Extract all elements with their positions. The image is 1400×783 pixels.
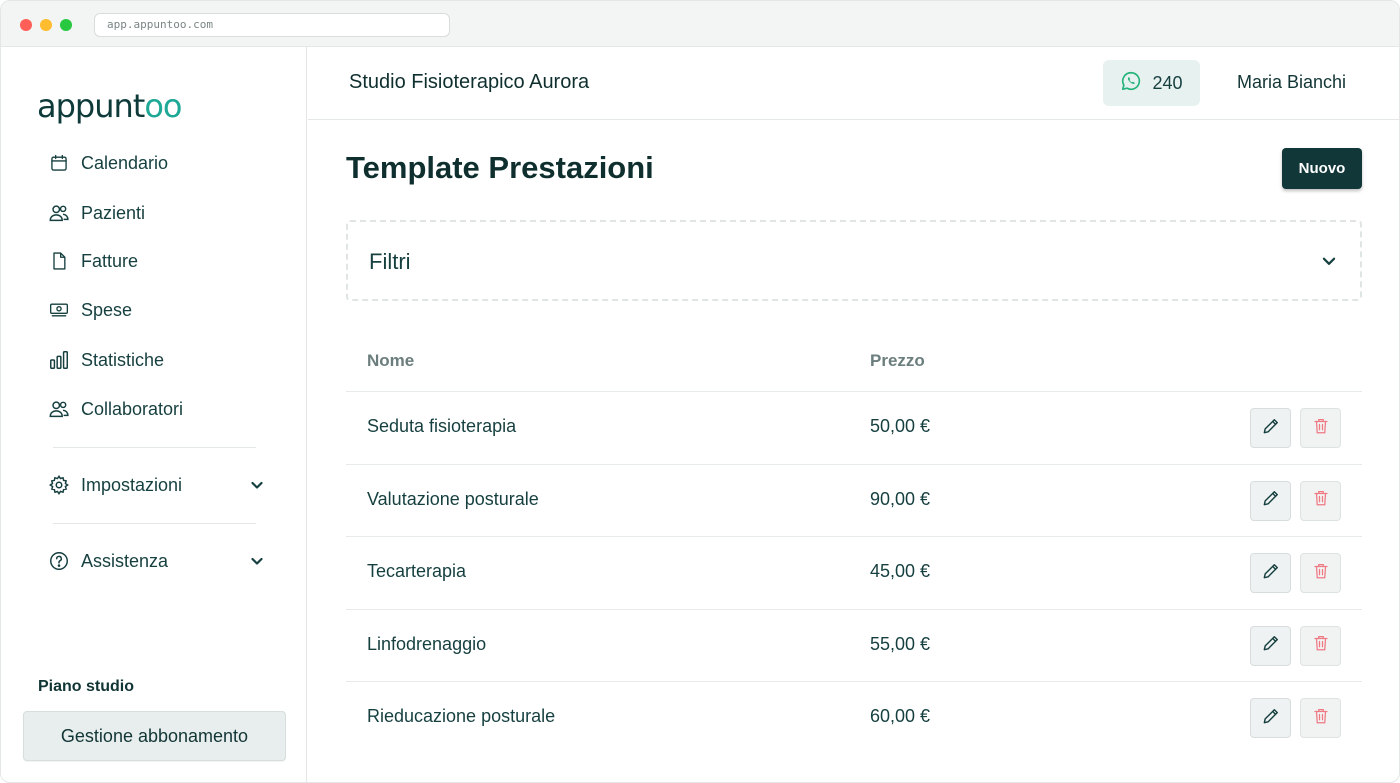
edit-button[interactable] bbox=[1250, 480, 1291, 521]
pencil-icon bbox=[1261, 561, 1281, 586]
whatsapp-icon bbox=[1120, 70, 1142, 97]
trash-icon bbox=[1312, 706, 1330, 731]
edit-button[interactable] bbox=[1250, 553, 1291, 593]
sidebar-item-statistiche[interactable]: Statistiche bbox=[47, 345, 277, 375]
delete-button[interactable] bbox=[1300, 553, 1341, 593]
gear-icon bbox=[47, 473, 71, 497]
service-name: Seduta fisioterapia bbox=[367, 416, 517, 436]
sidebar-item-label: Impostazioni bbox=[81, 474, 183, 495]
sidebar-item-spese[interactable]: Spese bbox=[47, 295, 277, 325]
pencil-icon bbox=[1261, 488, 1281, 513]
trash-icon bbox=[1312, 488, 1330, 513]
sidebar-item-label: Pazienti bbox=[81, 202, 146, 223]
sidebar-item-collaboratori[interactable]: Collaboratori bbox=[47, 394, 277, 424]
trash-icon bbox=[1312, 416, 1330, 441]
logo[interactable]: appuntoo bbox=[37, 87, 183, 125]
service-price: 50,00 € bbox=[870, 416, 931, 436]
service-name: Valutazione posturale bbox=[367, 488, 539, 509]
close-window-button[interactable] bbox=[20, 19, 32, 31]
sidebar-item-calendario[interactable]: Calendario bbox=[47, 148, 277, 178]
sidebar-item-impostazioni[interactable]: Impostazioni bbox=[47, 470, 277, 500]
column-header-name[interactable]: Nome bbox=[367, 351, 414, 371]
table-row: Linfodrenaggio 55,00 € bbox=[346, 608, 1362, 681]
table-row: Rieducazione posturale 60,00 € bbox=[346, 681, 1362, 753]
chevron-down-icon bbox=[1320, 252, 1338, 270]
edit-button[interactable] bbox=[1250, 625, 1291, 666]
whatsapp-count: 240 bbox=[1152, 72, 1183, 93]
document-icon bbox=[47, 249, 71, 273]
sidebar-item-label: Spese bbox=[81, 299, 133, 320]
table-row: Valutazione posturale 90,00 € bbox=[346, 463, 1362, 536]
service-price: 55,00 € bbox=[870, 633, 931, 654]
sidebar-item-label: Calendario bbox=[81, 152, 169, 173]
service-name: Tecarterapia bbox=[367, 561, 467, 581]
delete-button[interactable] bbox=[1300, 408, 1341, 448]
pencil-icon bbox=[1261, 633, 1281, 658]
users-icon bbox=[47, 201, 71, 225]
sidebar-item-fatture[interactable]: Fatture bbox=[47, 246, 277, 276]
page-title: Template Prestazioni bbox=[346, 150, 654, 185]
users-icon bbox=[47, 397, 71, 421]
chevron-down-icon bbox=[249, 477, 265, 493]
table-row: Tecarterapia 45,00 € bbox=[346, 536, 1362, 608]
money-icon bbox=[47, 298, 71, 322]
sidebar-item-label: Statistiche bbox=[81, 349, 165, 370]
delete-button[interactable] bbox=[1300, 625, 1341, 666]
logo-text-end: oo bbox=[144, 87, 182, 125]
minimize-window-button[interactable] bbox=[40, 19, 52, 31]
browser-chrome: app.appuntoo.com bbox=[1, 1, 1399, 47]
service-price: 90,00 € bbox=[870, 488, 931, 509]
sidebar-item-assistenza[interactable]: Assistenza bbox=[47, 546, 277, 576]
plan-label: Piano studio bbox=[38, 678, 134, 695]
pencil-icon bbox=[1261, 706, 1281, 731]
studio-name: Studio Fisioterapico Aurora bbox=[349, 71, 590, 93]
divider bbox=[53, 447, 256, 448]
pencil-icon bbox=[1261, 416, 1281, 441]
sidebar-item-label: Collaboratori bbox=[81, 398, 184, 419]
sidebar: appuntoo Calendario Pazienti Fatture Spe… bbox=[1, 47, 307, 782]
delete-button[interactable] bbox=[1300, 698, 1341, 738]
address-bar[interactable]: app.appuntoo.com bbox=[94, 13, 450, 37]
sidebar-item-pazienti[interactable]: Pazienti bbox=[47, 198, 277, 228]
delete-button[interactable] bbox=[1300, 480, 1341, 521]
bar-chart-icon bbox=[47, 348, 71, 372]
service-price: 60,00 € bbox=[870, 706, 931, 726]
maximize-window-button[interactable] bbox=[60, 19, 72, 31]
service-name: Linfodrenaggio bbox=[367, 633, 487, 654]
filters-label: Filtri bbox=[369, 249, 411, 274]
edit-button[interactable] bbox=[1250, 408, 1291, 448]
service-name: Rieducazione posturale bbox=[367, 706, 556, 726]
filters-panel[interactable]: Filtri bbox=[346, 220, 1362, 301]
table-row: Seduta fisioterapia 50,00 € bbox=[346, 391, 1362, 463]
calendar-icon bbox=[47, 151, 71, 175]
chevron-down-icon bbox=[249, 553, 265, 569]
trash-icon bbox=[1312, 561, 1330, 586]
divider bbox=[53, 523, 256, 524]
column-header-price[interactable]: Prezzo bbox=[870, 351, 925, 371]
new-template-button[interactable]: Nuovo bbox=[1282, 148, 1362, 189]
user-name[interactable]: Maria Bianchi bbox=[1237, 72, 1346, 93]
sidebar-item-label: Assistenza bbox=[81, 550, 169, 571]
sidebar-item-label: Fatture bbox=[81, 250, 139, 271]
trash-icon bbox=[1312, 633, 1330, 658]
top-bar: Studio Fisioterapico Aurora 240 Maria Bi… bbox=[308, 47, 1399, 120]
app-window: app.appuntoo.com appuntoo Calendario Paz… bbox=[0, 0, 1400, 783]
help-circle-icon bbox=[47, 549, 71, 573]
service-price: 45,00 € bbox=[870, 561, 931, 581]
logo-text-start: appunt bbox=[37, 87, 145, 125]
edit-button[interactable] bbox=[1250, 698, 1291, 738]
whatsapp-credits-badge[interactable]: 240 bbox=[1103, 60, 1200, 106]
manage-subscription-button[interactable]: Gestione abbonamento bbox=[23, 711, 286, 761]
